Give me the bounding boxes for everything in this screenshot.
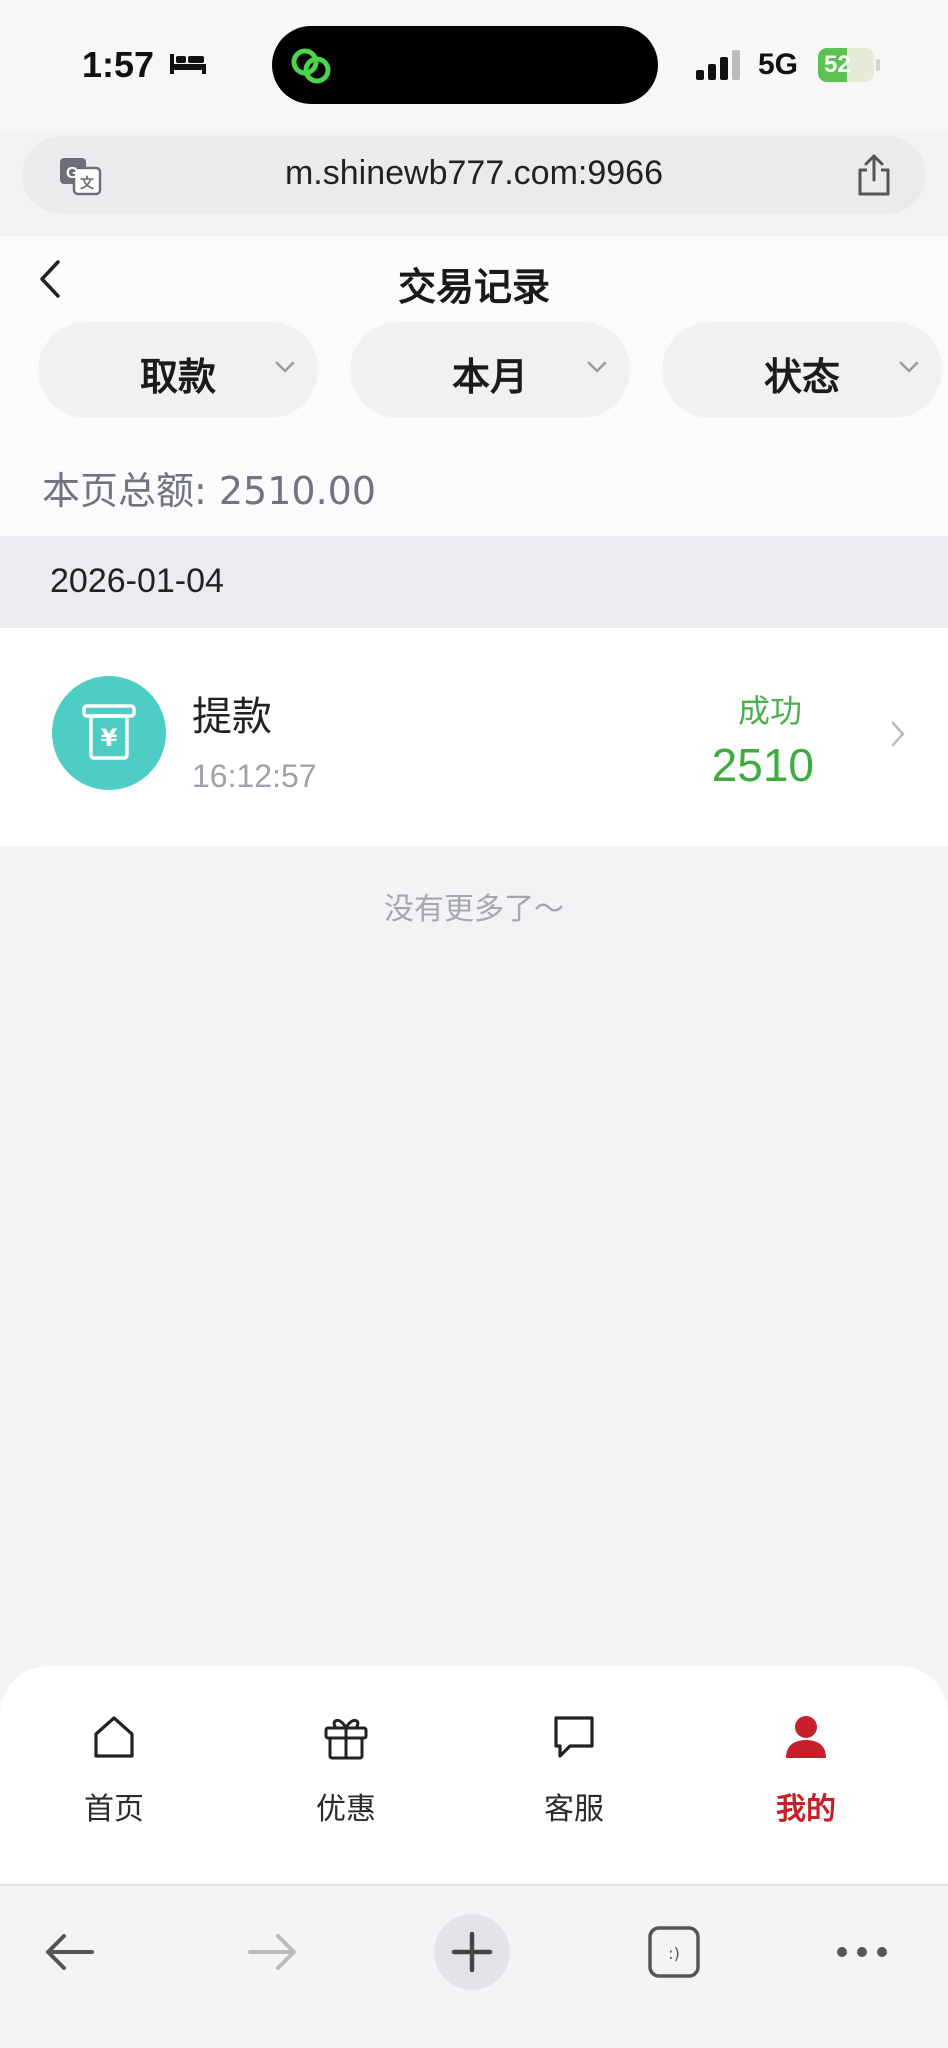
bed-icon — [170, 54, 206, 74]
chat-icon — [554, 1716, 594, 1758]
transaction-type: 提款 — [192, 694, 272, 740]
browser-back-button[interactable] — [40, 1914, 100, 1990]
tab-mine-label: 我的 — [776, 1792, 836, 1827]
tab-promotions-label: 优惠 — [316, 1792, 376, 1827]
transaction-row[interactable]: ¥ 提款 16:12:57 成功 2510 — [0, 628, 948, 846]
battery-indicator: 52 — [818, 48, 880, 82]
page-total: 本页总额: 2510.00 — [42, 469, 377, 513]
arrow-right-icon — [248, 1934, 296, 1970]
no-more-text: 没有更多了～ — [384, 892, 564, 927]
chevron-right-icon — [891, 721, 905, 747]
tabs-button[interactable]: :) — [646, 1914, 702, 1990]
home-icon — [94, 1716, 134, 1758]
tab-support-label: 客服 — [544, 1792, 604, 1827]
date-text: 2026-01-04 — [50, 562, 224, 600]
status-bar: 1:57 5G 52 — [0, 0, 948, 130]
svg-text:¥: ¥ — [101, 724, 118, 752]
signal-icon — [696, 50, 740, 80]
status-badge: 成功 — [737, 692, 802, 730]
tab-home-label: 首页 — [84, 1792, 144, 1827]
filter-status-dropdown[interactable]: 状态 — [662, 322, 942, 418]
transaction-time: 16:12:57 — [192, 758, 317, 794]
tabs-icon: :) — [648, 1926, 700, 1978]
tab-support[interactable]: 客服 — [494, 1712, 654, 1842]
url-bar[interactable]: G 文 m.shinewb777.com:9966 — [22, 136, 926, 214]
svg-text::): :) — [668, 1944, 680, 1963]
network-label: 5G — [758, 48, 799, 81]
filter-period-dropdown[interactable]: 本月 — [350, 322, 630, 418]
more-dots-icon — [837, 1947, 887, 1957]
transaction-amount: 2510 — [711, 739, 814, 791]
battery-text: 52 — [824, 51, 851, 78]
browser-forward-button[interactable] — [242, 1914, 302, 1990]
tab-mine[interactable]: 我的 — [726, 1712, 886, 1842]
browser-toolbar: :) — [0, 1884, 948, 2048]
gift-icon — [324, 1719, 368, 1760]
url-text[interactable]: m.shinewb777.com:9966 — [22, 154, 926, 193]
tab-promotions[interactable]: 优惠 — [266, 1712, 426, 1842]
filter-bar: 取款 本月 状态 — [0, 322, 948, 422]
page-title: 交易记录 — [397, 265, 550, 309]
new-tab-button[interactable] — [434, 1914, 510, 1990]
chevron-down-icon — [275, 361, 295, 373]
linked-rings-icon — [291, 48, 331, 84]
more-menu-button[interactable] — [832, 1914, 892, 1990]
chevron-down-icon — [899, 361, 919, 373]
chevron-down-icon — [587, 361, 607, 373]
share-icon[interactable] — [854, 152, 894, 198]
status-time: 1:57 — [82, 44, 155, 85]
summary-area: 本页总额: 2510.00 — [0, 422, 948, 536]
plus-icon — [451, 1931, 493, 1973]
withdraw-icon: ¥ — [52, 676, 166, 790]
bottom-tab-bar: 首页 优惠 客服 我的 — [0, 1666, 948, 1884]
user-icon — [786, 1716, 826, 1758]
date-group-header: 2026-01-04 — [0, 536, 948, 628]
arrow-left-icon — [46, 1934, 94, 1970]
page-header: 交易记录 — [0, 236, 948, 322]
filter-type-dropdown[interactable]: 取款 — [38, 322, 318, 418]
tab-home[interactable]: 首页 — [34, 1712, 194, 1842]
